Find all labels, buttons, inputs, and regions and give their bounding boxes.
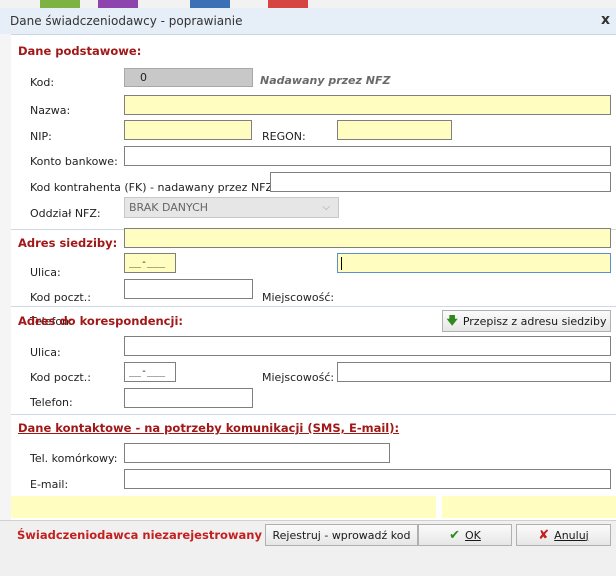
siedziba-miejscowosc-input[interactable] [337, 253, 611, 273]
divider [11, 306, 616, 307]
left-gutter [0, 34, 11, 575]
regon-label: REGON: [262, 130, 306, 143]
window-title: Dane świadczeniodawcy - poprawianie [10, 14, 243, 28]
kor-telefon-input[interactable] [124, 388, 253, 408]
kor-kod-input[interactable]: __-___ [124, 362, 176, 382]
info-strip-right [442, 496, 616, 518]
email-label: E-mail: [30, 478, 69, 491]
kor-miejscowosc-label: Miejscowość: [262, 371, 335, 384]
oddzial-select[interactable]: BRAK DANYCH ⌵ [124, 197, 339, 218]
siedziba-kod-input[interactable]: __-___ [124, 253, 176, 273]
siedziba-ulica-label: Ulica: [30, 266, 61, 279]
section-header-siedziba: Adres siedziby: [18, 236, 118, 250]
siedziba-kod-label: Kod poczt.: [30, 291, 91, 304]
kod-note: Nadawany przez NFZ [260, 74, 391, 87]
arrow-down-icon: 🡇 [446, 313, 458, 327]
siedziba-ulica-input[interactable] [124, 228, 611, 248]
regon-input[interactable] [337, 120, 452, 140]
register-button[interactable]: Rejestruj - wprowadź kod [265, 524, 418, 546]
divider [11, 414, 616, 415]
text-caret [341, 257, 342, 270]
oddzial-label: Oddział NFZ: [30, 207, 101, 220]
section-header-kontakt: Dane kontaktowe - na potrzeby komunikacj… [18, 421, 400, 435]
nazwa-label: Nazwa: [30, 104, 71, 117]
kor-ulica-input[interactable] [124, 336, 611, 356]
section-header-korespondencja: Adres do korespondencji: [18, 314, 183, 328]
info-strip-left [11, 496, 436, 518]
siedziba-telefon-input[interactable] [124, 279, 253, 299]
nip-input[interactable] [124, 120, 252, 140]
konto-bankowe-input[interactable] [124, 146, 611, 166]
siedziba-miejscowosc-label: Miejscowość: [262, 291, 335, 304]
ok-button[interactable]: ✔ OK [418, 524, 512, 546]
oddzial-value: BRAK DANYCH [129, 201, 209, 214]
nazwa-input[interactable] [124, 95, 611, 115]
chevron-down-icon: ⌵ [322, 202, 330, 213]
tel-komorkowy-label: Tel. komórkowy: [30, 452, 118, 465]
section-header-basic: Dane podstawowe: [18, 44, 142, 58]
kod-kontrahenta-label: Kod kontrahenta (FK) - nadawany przez NF… [30, 181, 277, 194]
background-app-strip [0, 0, 616, 8]
copy-address-button[interactable]: 🡇 Przepisz z adresu siedziby [442, 310, 611, 332]
kor-miejscowosc-input[interactable] [337, 362, 611, 382]
kor-ulica-label: Ulica: [30, 346, 61, 359]
nip-label: NIP: [30, 130, 52, 143]
kod-field: 0 [124, 68, 253, 87]
checkmark-icon: ✔ [449, 527, 461, 543]
registration-status: Świadczeniodawca niezarejestrowany -> [17, 528, 281, 542]
cancel-button[interactable]: ✘ Anuluj [516, 524, 611, 546]
email-input[interactable] [124, 469, 611, 489]
tel-komorkowy-input[interactable] [124, 443, 390, 463]
x-icon: ✘ [538, 527, 550, 543]
kod-kontrahenta-input[interactable] [270, 172, 611, 192]
close-icon[interactable]: x [601, 12, 610, 28]
kor-kod-label: Kod poczt.: [30, 371, 91, 384]
window-titlebar: Dane świadczeniodawcy - poprawianie x [0, 8, 616, 35]
kor-telefon-label: Telefon: [30, 396, 73, 409]
konto-label: Konto bankowe: [30, 155, 118, 168]
kod-label: Kod: [30, 76, 55, 89]
